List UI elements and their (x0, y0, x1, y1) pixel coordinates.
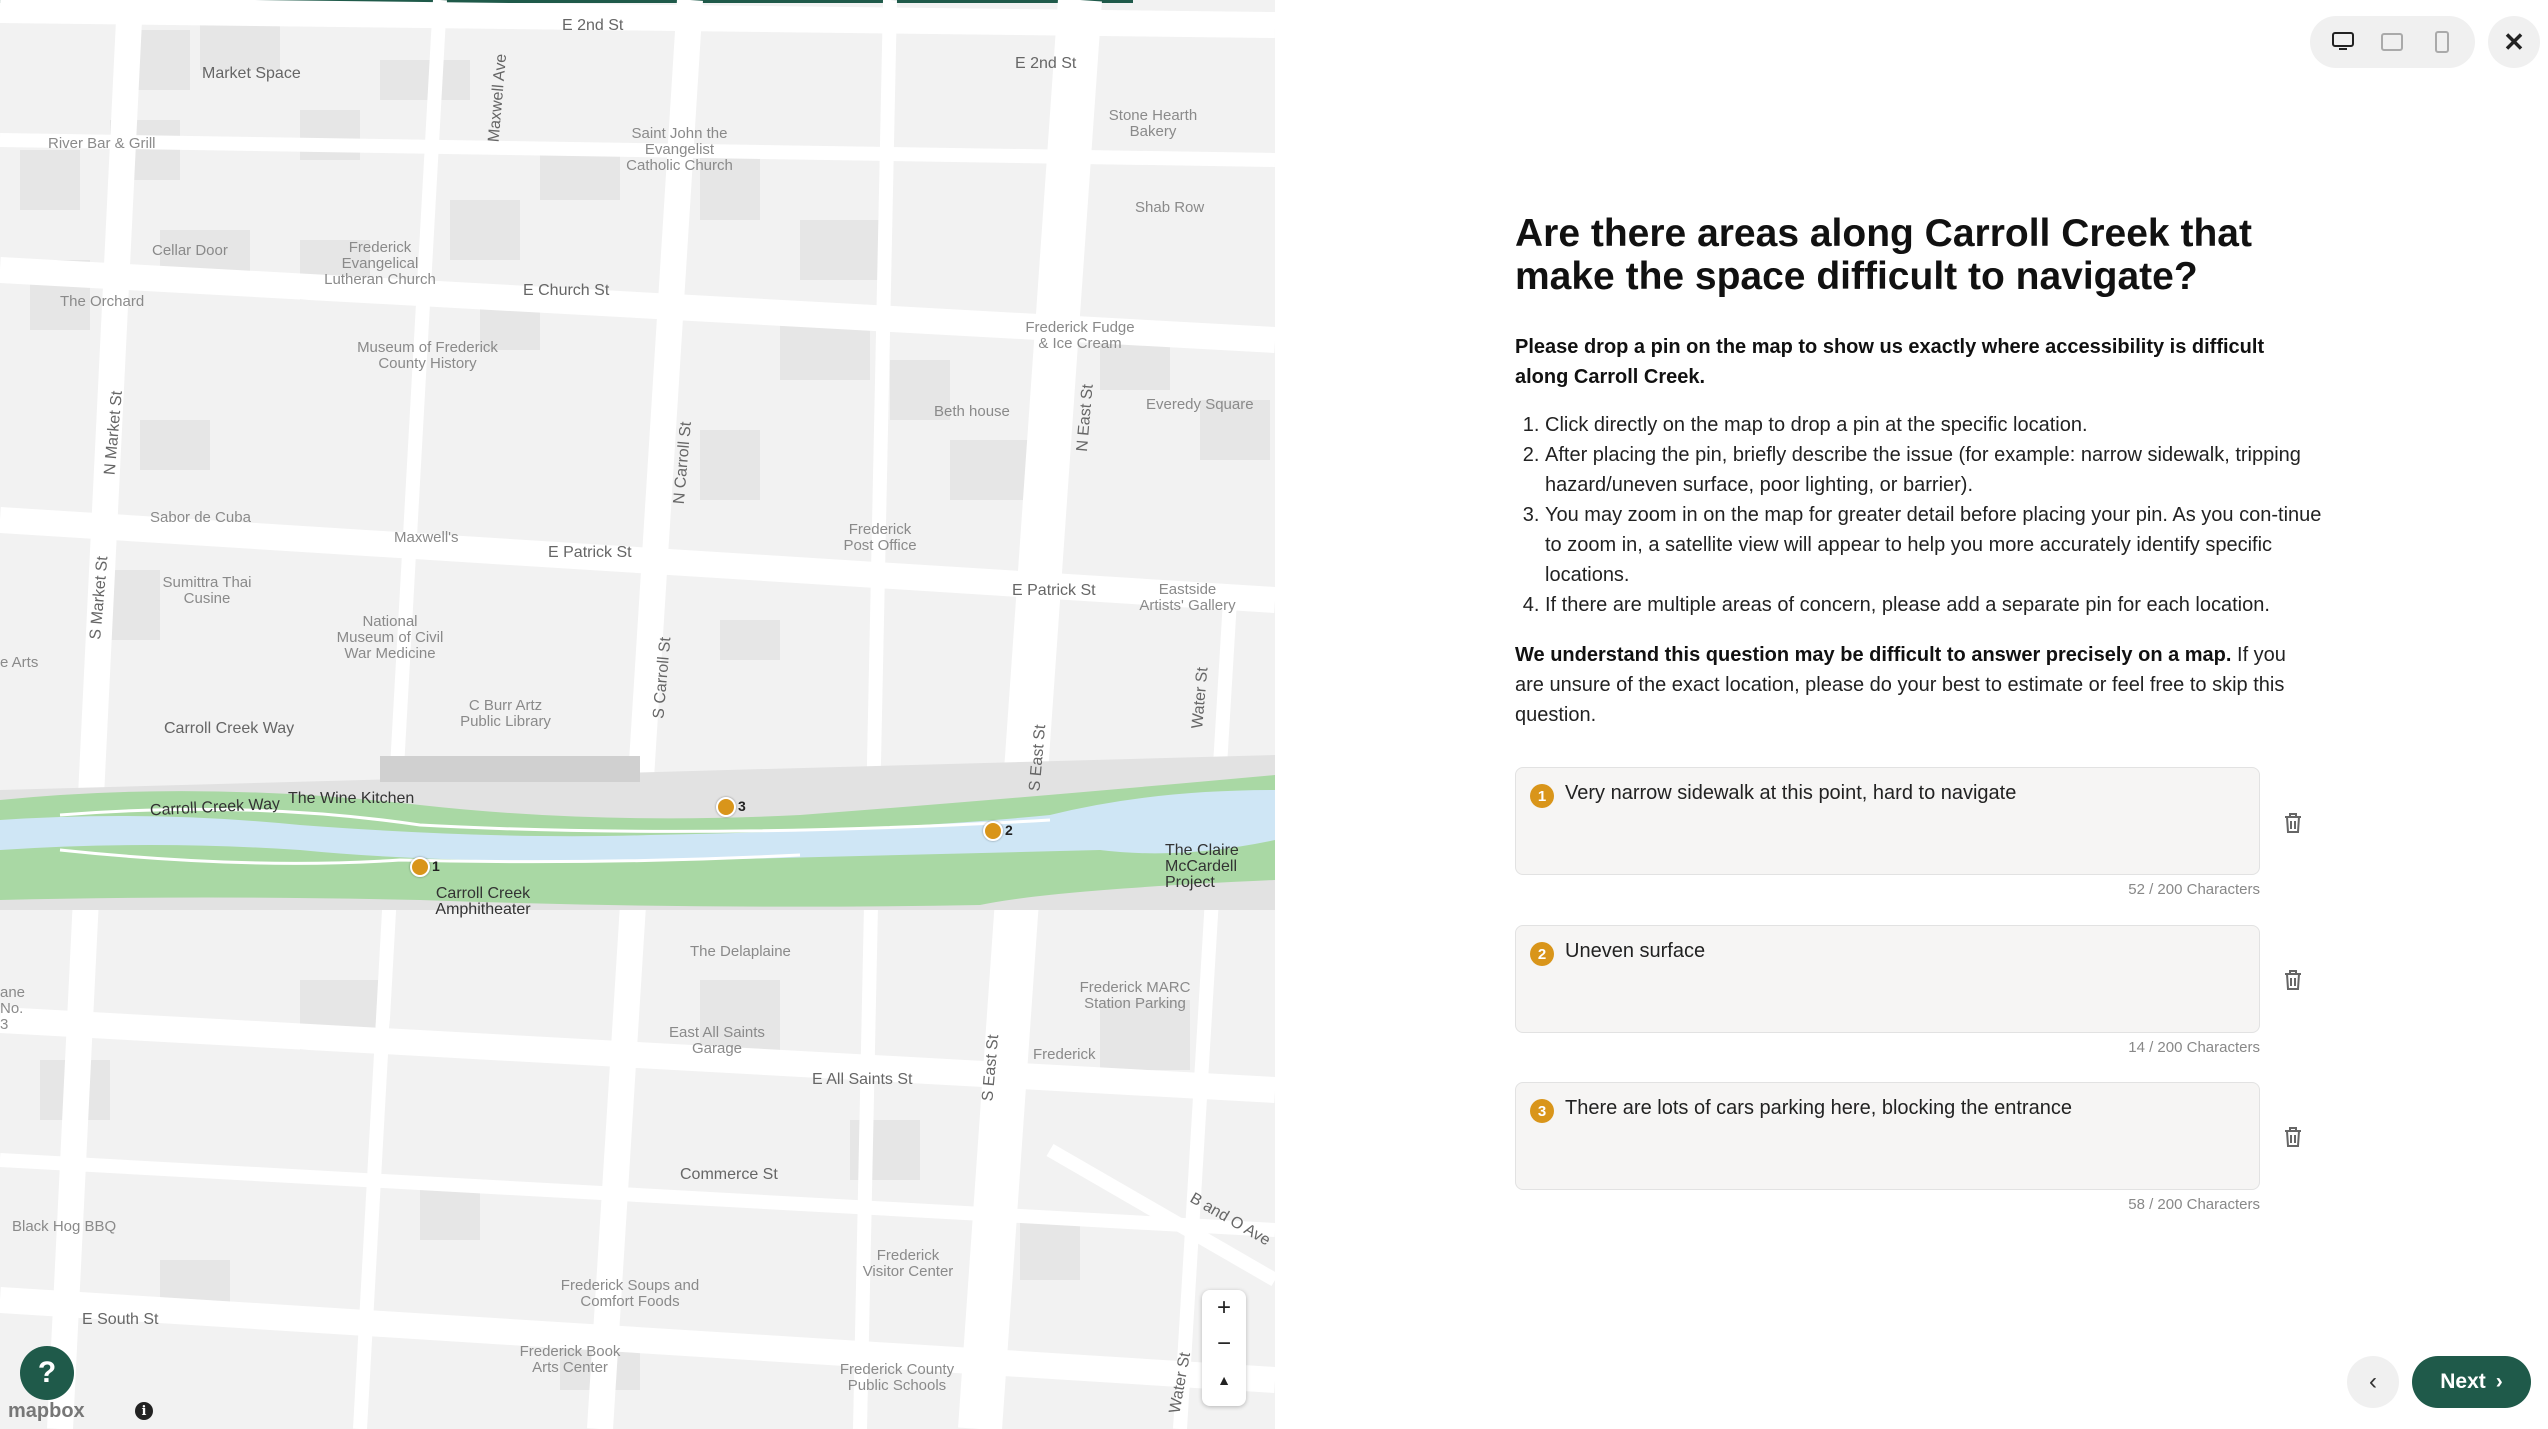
street-label: Carroll Creek Way (164, 720, 295, 737)
street-label: Market Space (202, 65, 301, 82)
street-label: E South St (82, 1311, 159, 1328)
place-label: Sumittra Thai Cusine (162, 574, 252, 607)
instruction-step: You may zoom in on the map for greater d… (1545, 500, 2335, 590)
answer-field[interactable]: 3 There are lots of cars parking here, b… (1515, 1082, 2260, 1190)
place-label: Frederick Book Arts Center (519, 1343, 621, 1376)
tablet-icon[interactable] (2377, 27, 2407, 57)
street-label: E Patrick St (548, 544, 632, 561)
note-bold: We understand this question may be diffi… (1515, 644, 2232, 666)
mobile-icon[interactable] (2427, 27, 2457, 57)
place-label: The Claire McCardell Project (1165, 842, 1239, 891)
info-icon[interactable]: i (135, 1402, 153, 1420)
place-label: Carroll Creek Amphitheater (435, 885, 531, 918)
answer-number-badge: 2 (1530, 942, 1554, 966)
answer-text[interactable]: Very narrow sidewalk at this point, hard… (1565, 782, 2016, 805)
street-label: E Church St (523, 282, 610, 299)
street-label: Commerce St (680, 1166, 778, 1183)
place-label: Frederick Visitor Center (862, 1247, 954, 1280)
street-label: E All Saints St (812, 1071, 913, 1088)
map-canvas[interactable] (0, 0, 1275, 1429)
zoom-control: + − ▲ (1202, 1290, 1246, 1406)
place-label: The Delaplaine (690, 943, 791, 960)
next-label: Next (2440, 1370, 2486, 1393)
place-label: Frederick Evangelical Lutheran Church (324, 239, 436, 288)
place-label: River Bar & Grill (48, 135, 156, 152)
answer-number-badge: 3 (1530, 1099, 1554, 1123)
instruction-step: Click directly on the map to drop a pin … (1545, 410, 2335, 440)
trash-icon[interactable] (2282, 968, 2304, 992)
device-switcher (2310, 16, 2475, 68)
place-label: Frederick County Public Schools (839, 1361, 955, 1394)
answer-field[interactable]: 1 Very narrow sidewalk at this point, ha… (1515, 767, 2260, 875)
place-label: Frederick (1033, 1046, 1096, 1063)
place-label: East All Saints Garage (669, 1024, 765, 1057)
instruction-step: If there are multiple areas of concern, … (1545, 590, 2335, 620)
character-count: 58 / 200 Characters (2128, 1196, 2260, 1213)
desktop-icon[interactable] (2328, 27, 2358, 57)
place-label: Everedy Square (1146, 396, 1254, 413)
place-label: C Burr Artz Public Library (460, 697, 551, 730)
instruction-step: After placing the pin, briefly describe … (1545, 440, 2335, 500)
answer-field[interactable]: 2 Uneven surface (1515, 925, 2260, 1033)
place-label: Museum of Frederick County History (357, 339, 498, 372)
place-label: Maxwell's (394, 529, 459, 546)
place-label: Frederick Fudge & Ice Cream (1025, 319, 1135, 352)
pin-number: 1 (432, 858, 440, 874)
answer-text[interactable]: Uneven surface (1565, 940, 1705, 963)
next-button[interactable]: Next › (2412, 1356, 2531, 1408)
answer-text[interactable]: There are lots of cars parking here, blo… (1565, 1097, 2072, 1120)
instruction-list: Click directly on the map to drop a pin … (1515, 410, 2335, 620)
mapbox-logo[interactable]: mapbox (8, 1400, 85, 1423)
place-label: Frederick MARC Station Parking (1079, 979, 1191, 1012)
place-label: The Orchard (60, 293, 145, 310)
compass-button[interactable]: ▲ (1202, 1362, 1246, 1398)
place-label: ane No. 3 (0, 984, 26, 1033)
place-label: Eastside Artists' Gallery (1139, 581, 1236, 614)
character-count: 52 / 200 Characters (2128, 881, 2260, 898)
map-pin[interactable] (410, 857, 430, 877)
answer-number-badge: 1 (1530, 784, 1554, 808)
question-title: Are there areas along Carroll Creek that… (1515, 212, 2252, 298)
street-label: E 2nd St (1015, 55, 1077, 72)
place-label: Stone Hearth Bakery (1108, 107, 1198, 140)
place-label: Frederick Soups and Comfort Foods (560, 1277, 700, 1310)
zoom-out-button[interactable]: − (1202, 1326, 1246, 1362)
map-pin[interactable] (983, 821, 1003, 841)
place-label: Saint John the Evangelist Catholic Churc… (626, 125, 733, 174)
question-lead: Please drop a pin on the map to show us … (1515, 336, 2265, 388)
place-label: Sabor de Cuba (150, 509, 251, 526)
pin-number: 3 (738, 798, 746, 814)
trash-icon[interactable] (2282, 1125, 2304, 1149)
place-label: Frederick Post Office (843, 521, 917, 554)
question-note: We understand this question may be diffi… (1515, 640, 2315, 730)
place-label: Shab Row (1135, 199, 1205, 216)
street-label: E 2nd St (562, 17, 624, 34)
street-label: E Patrick St (1012, 582, 1096, 599)
place-label: Beth house (934, 403, 1010, 420)
close-button[interactable]: ✕ (2488, 16, 2540, 68)
trash-icon[interactable] (2282, 811, 2304, 835)
zoom-in-button[interactable]: + (1202, 1290, 1246, 1326)
place-label: Cellar Door (152, 242, 228, 259)
map-pin[interactable] (716, 797, 736, 817)
place-label: Black Hog BBQ (12, 1218, 117, 1235)
pin-number: 2 (1005, 822, 1013, 838)
place-label: The Wine Kitchen (288, 790, 415, 807)
character-count: 14 / 200 Characters (2128, 1039, 2260, 1056)
place-label: e Arts (0, 654, 39, 671)
map[interactable]: E 2nd St E 2nd St Market Space Maxwell A… (0, 0, 1275, 1429)
place-label: National Museum of Civil War Medicine (336, 613, 444, 662)
chevron-right-icon: › (2495, 1370, 2503, 1393)
help-button[interactable]: ? (20, 1346, 74, 1400)
previous-button[interactable]: ‹ (2347, 1356, 2399, 1408)
